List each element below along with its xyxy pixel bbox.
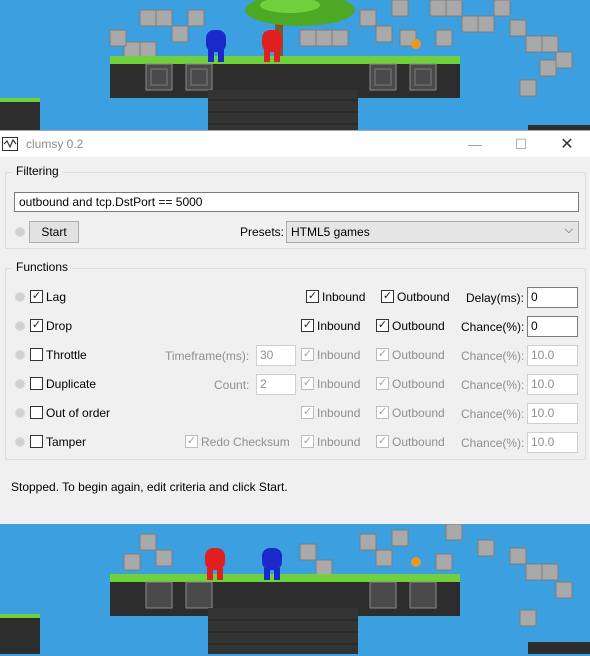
drop-inbound-checkbox[interactable]: ✓ — [301, 319, 314, 332]
game-scene-bottom — [0, 524, 590, 654]
duplicate-chance-label: Chance(%): — [461, 378, 525, 392]
app-icon — [2, 137, 18, 151]
drop-inbound-label: Inbound — [317, 319, 361, 333]
lag-outbound-checkbox[interactable]: ✓ — [381, 290, 394, 303]
filter-input[interactable]: outbound and tcp.DstPort == 5000 — [14, 192, 579, 212]
drop-chance-input[interactable]: 0 — [527, 316, 578, 337]
tamper-inbound-checkbox[interactable]: ✓ — [301, 435, 314, 448]
tamper-label: Tamper — [46, 435, 87, 449]
title-bar[interactable]: clumsy 0.2 — ☐ ✕ — [0, 131, 590, 157]
clumsy-window: clumsy 0.2 — ☐ ✕ Filtering outbound and … — [0, 130, 590, 524]
tamper-inbound-label: Inbound — [317, 435, 361, 449]
game-scene-top — [0, 0, 590, 130]
throttle-chance-input[interactable]: 10.0 — [527, 345, 578, 366]
drop-outbound-label: Outbound — [392, 319, 445, 333]
throttle-timeframe-input[interactable]: 30 — [256, 345, 296, 366]
function-row-tamper: Tamper ✓ Redo Checksum ✓ Inbound ✓ Outbo… — [6, 432, 587, 454]
maximize-button[interactable]: ☐ — [498, 131, 544, 157]
tamper-outbound-label: Outbound — [392, 435, 445, 449]
out-of-order-indicator — [15, 408, 25, 418]
throttle-inbound-label: Inbound — [317, 348, 361, 362]
close-button[interactable]: ✕ — [544, 131, 590, 157]
out-of-order-chance-label: Chance(%): — [461, 407, 525, 421]
duplicate-inbound-checkbox[interactable]: ✓ — [301, 377, 314, 390]
functions-group: Functions ✓ Lag ✓ Inbound ✓ Outbound Del… — [5, 260, 587, 460]
out-of-order-outbound-checkbox[interactable]: ✓ — [376, 406, 389, 419]
drop-checkbox[interactable]: ✓ — [30, 319, 43, 332]
out-of-order-label: Out of order — [46, 406, 111, 420]
tamper-redo-checksum-checkbox[interactable]: ✓ — [185, 435, 198, 448]
lag-delay-input[interactable]: 0 — [527, 287, 578, 308]
duplicate-count-input[interactable]: 2 — [256, 374, 296, 395]
lag-inbound-label: Inbound — [322, 290, 366, 304]
function-row-out-of-order: Out of order ✓ Inbound ✓ Outbound Chance… — [6, 403, 587, 425]
drop-label: Drop — [46, 319, 73, 333]
throttle-label: Throttle — [46, 348, 87, 362]
chevron-down-icon: ⌵ — [564, 224, 573, 236]
throttle-timeframe-label: Timeframe(ms): — [165, 349, 250, 363]
duplicate-label: Duplicate — [46, 377, 97, 391]
lag-label: Lag — [46, 290, 67, 304]
duplicate-inbound-label: Inbound — [317, 377, 361, 391]
minimize-button[interactable]: — — [452, 131, 498, 157]
drop-outbound-checkbox[interactable]: ✓ — [376, 319, 389, 332]
tamper-redo-checksum-label: Redo Checksum — [201, 435, 290, 449]
lag-inbound-checkbox[interactable]: ✓ — [306, 290, 319, 303]
throttle-checkbox[interactable] — [30, 348, 43, 361]
status-indicator — [15, 227, 25, 237]
throttle-indicator — [15, 350, 25, 360]
function-row-lag: ✓ Lag ✓ Inbound ✓ Outbound Delay(ms): 0 — [6, 287, 587, 309]
filtering-group: Filtering outbound and tcp.DstPort == 50… — [5, 164, 586, 249]
presets-label: Presets: — [240, 225, 285, 239]
duplicate-outbound-checkbox[interactable]: ✓ — [376, 377, 389, 390]
functions-legend: Functions — [12, 260, 73, 274]
function-row-throttle: Throttle Timeframe(ms): 30 ✓ Inbound ✓ O… — [6, 345, 587, 367]
lag-delay-label: Delay(ms): — [466, 291, 525, 305]
out-of-order-checkbox[interactable] — [30, 406, 43, 419]
duplicate-count-label: Count: — [214, 378, 250, 392]
throttle-outbound-label: Outbound — [392, 348, 445, 362]
game-scene-bottom-art — [0, 524, 590, 654]
tamper-chance-input[interactable]: 10.0 — [527, 432, 578, 453]
lag-checkbox[interactable]: ✓ — [30, 290, 43, 303]
presets-value: HTML5 games — [291, 225, 370, 239]
tamper-indicator — [15, 437, 25, 447]
window-title: clumsy 0.2 — [26, 137, 84, 151]
duplicate-indicator — [15, 379, 25, 389]
status-text: Stopped. To begin again, edit criteria a… — [11, 480, 288, 494]
function-row-drop: ✓ Drop ✓ Inbound ✓ Outbound Chance(%): 0 — [6, 316, 587, 338]
throttle-outbound-checkbox[interactable]: ✓ — [376, 348, 389, 361]
out-of-order-inbound-checkbox[interactable]: ✓ — [301, 406, 314, 419]
tamper-outbound-checkbox[interactable]: ✓ — [376, 435, 389, 448]
out-of-order-inbound-label: Inbound — [317, 406, 361, 420]
duplicate-checkbox[interactable] — [30, 377, 43, 390]
function-row-duplicate: Duplicate Count: 2 ✓ Inbound ✓ Outbound … — [6, 374, 587, 396]
throttle-chance-label: Chance(%): — [461, 349, 525, 363]
out-of-order-outbound-label: Outbound — [392, 406, 445, 420]
out-of-order-chance-input[interactable]: 10.0 — [527, 403, 578, 424]
lag-indicator — [15, 292, 25, 302]
start-button[interactable]: Start — [29, 221, 79, 243]
lag-outbound-label: Outbound — [397, 290, 450, 304]
tamper-checkbox[interactable] — [30, 435, 43, 448]
filtering-legend: Filtering — [12, 164, 63, 178]
drop-chance-label: Chance(%): — [461, 320, 525, 334]
tamper-chance-label: Chance(%): — [461, 436, 525, 450]
drop-indicator — [15, 321, 25, 331]
duplicate-chance-input[interactable]: 10.0 — [527, 374, 578, 395]
duplicate-outbound-label: Outbound — [392, 377, 445, 391]
throttle-inbound-checkbox[interactable]: ✓ — [301, 348, 314, 361]
presets-dropdown[interactable]: HTML5 games ⌵ — [286, 221, 579, 243]
game-scene-top-art — [0, 0, 590, 130]
